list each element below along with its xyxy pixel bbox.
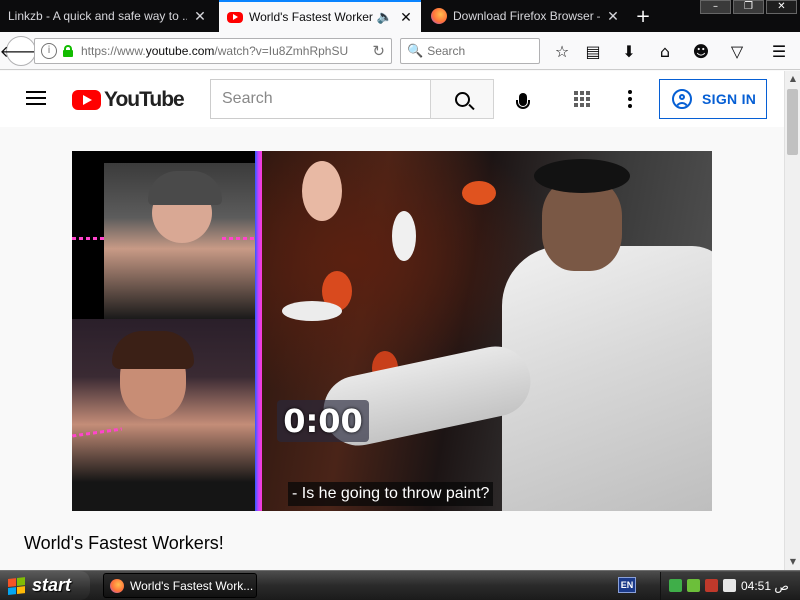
firefox-icon bbox=[110, 578, 124, 593]
user-account-icon bbox=[672, 89, 692, 109]
voice-search-button[interactable] bbox=[503, 79, 543, 119]
browser-search-placeholder: Search bbox=[427, 44, 466, 58]
youtube-header: YouTube Search SIGN IN bbox=[0, 71, 784, 127]
webcam-top bbox=[104, 163, 256, 319]
clock: 04:51 ص bbox=[741, 579, 789, 593]
tab-title: Download Firefox Browser — ... bbox=[453, 9, 600, 23]
search-button[interactable] bbox=[430, 79, 494, 119]
language-indicator[interactable]: EN bbox=[618, 577, 636, 593]
close-window-button[interactable]: ✕ bbox=[766, 0, 797, 14]
window-controls: – ❐ ✕ bbox=[700, 0, 800, 14]
watch-page: 0:00 - Is he going to throw paint? World… bbox=[0, 127, 784, 570]
url-path: /watch?v=Iu8ZmhRphSU bbox=[214, 44, 349, 58]
countdown-timer: 0:00 bbox=[277, 400, 369, 442]
nav-bar: 🡐 i https://www.youtube.com/watch?v=Iu8Z… bbox=[0, 32, 800, 70]
tab-title: World's Fastest Workers! bbox=[249, 10, 373, 24]
tab-strip: Linkzb - A quick and safe way to ... ✕ W… bbox=[0, 0, 800, 32]
network-icon[interactable] bbox=[687, 579, 700, 592]
scrollbar-thumb[interactable] bbox=[787, 89, 798, 155]
start-label: start bbox=[32, 575, 72, 595]
video-caption: - Is he going to throw paint? bbox=[288, 482, 494, 506]
lock-icon[interactable] bbox=[63, 45, 73, 57]
close-tab-icon[interactable]: ✕ bbox=[399, 9, 413, 26]
volume-icon[interactable] bbox=[723, 579, 736, 592]
microphone-icon bbox=[516, 92, 530, 109]
tab-linkzb[interactable]: Linkzb - A quick and safe way to ... ✕ bbox=[0, 0, 215, 32]
taskbar-item-label: World's Fastest Work... bbox=[130, 578, 254, 593]
painter-jacket bbox=[502, 246, 712, 511]
painting-scene bbox=[262, 151, 712, 511]
tab-youtube[interactable]: World's Fastest Workers! 🔈 ✕ bbox=[219, 0, 421, 32]
youtube-wordmark: YouTube bbox=[104, 88, 185, 111]
video-player[interactable]: 0:00 - Is he going to throw paint? bbox=[72, 151, 712, 511]
browser-search-bar[interactable]: 🔍 Search bbox=[400, 38, 540, 64]
tab-firefox-download[interactable]: Download Firefox Browser — ... ✕ bbox=[423, 0, 628, 32]
url-prefix: https://www. bbox=[81, 44, 146, 58]
back-button[interactable]: 🡐 bbox=[0, 36, 42, 66]
start-button[interactable]: start bbox=[0, 571, 90, 600]
apps-grid-icon[interactable] bbox=[574, 91, 590, 107]
menu-icon[interactable]: ☰ bbox=[768, 40, 790, 62]
hamburger-menu-icon[interactable] bbox=[26, 91, 46, 105]
taskbar-item-firefox[interactable]: World's Fastest Work... bbox=[103, 573, 257, 598]
scroll-up-icon[interactable]: ▲ bbox=[785, 71, 800, 87]
minimize-button[interactable]: – bbox=[700, 0, 731, 14]
home-icon[interactable]: ⌂ bbox=[654, 40, 676, 62]
sign-in-label: SIGN IN bbox=[702, 91, 757, 107]
scroll-down-icon[interactable]: ▼ bbox=[785, 554, 800, 570]
star-icon[interactable]: ☆ bbox=[551, 40, 573, 62]
url-bar[interactable]: i https://www.youtube.com/watch?v=Iu8Zmh… bbox=[34, 38, 392, 64]
webcam-bottom bbox=[72, 319, 257, 511]
windows-logo-icon bbox=[8, 576, 26, 595]
page-scrollbar[interactable]: ▲ ▼ bbox=[784, 71, 800, 570]
pocket-icon[interactable]: ▽ bbox=[726, 40, 748, 62]
close-tab-icon[interactable]: ✕ bbox=[193, 8, 207, 25]
network-icon[interactable] bbox=[669, 579, 682, 592]
system-tray: 04:51 ص bbox=[660, 572, 800, 600]
reload-icon[interactable]: ↻ bbox=[372, 42, 385, 60]
search-input[interactable]: Search bbox=[210, 79, 431, 119]
close-tab-icon[interactable]: ✕ bbox=[606, 8, 620, 25]
url-text[interactable]: https://www.youtube.com/watch?v=Iu8ZmhRp… bbox=[81, 44, 348, 58]
sign-in-button[interactable]: SIGN IN bbox=[659, 79, 767, 119]
firefox-icon bbox=[431, 8, 447, 24]
taskbar: start World's Fastest Work... EN 04:51 ص bbox=[0, 570, 800, 600]
smiley-icon[interactable]: ☻ bbox=[690, 40, 712, 62]
search-engine-icon[interactable]: 🔍 bbox=[407, 44, 423, 59]
youtube-play-icon bbox=[72, 90, 101, 110]
youtube-icon bbox=[227, 11, 243, 23]
neon-divider bbox=[255, 151, 262, 511]
speaker-icon[interactable]: 🔈 bbox=[377, 9, 393, 25]
url-domain: youtube.com bbox=[145, 44, 215, 58]
new-tab-button[interactable]: + bbox=[632, 0, 654, 32]
video-title: World's Fastest Workers! bbox=[24, 533, 224, 553]
maximize-button[interactable]: ❐ bbox=[733, 0, 764, 14]
download-icon[interactable]: ⬇ bbox=[618, 40, 640, 62]
library-icon[interactable]: ▤ bbox=[582, 40, 604, 62]
more-options-icon[interactable] bbox=[628, 90, 632, 108]
info-icon[interactable]: i bbox=[41, 43, 57, 59]
youtube-logo[interactable]: YouTube bbox=[72, 88, 185, 112]
painter-beret bbox=[534, 159, 630, 193]
antivirus-icon[interactable] bbox=[705, 579, 718, 592]
tab-title: Linkzb - A quick and safe way to ... bbox=[8, 9, 187, 23]
search-icon bbox=[454, 91, 470, 107]
